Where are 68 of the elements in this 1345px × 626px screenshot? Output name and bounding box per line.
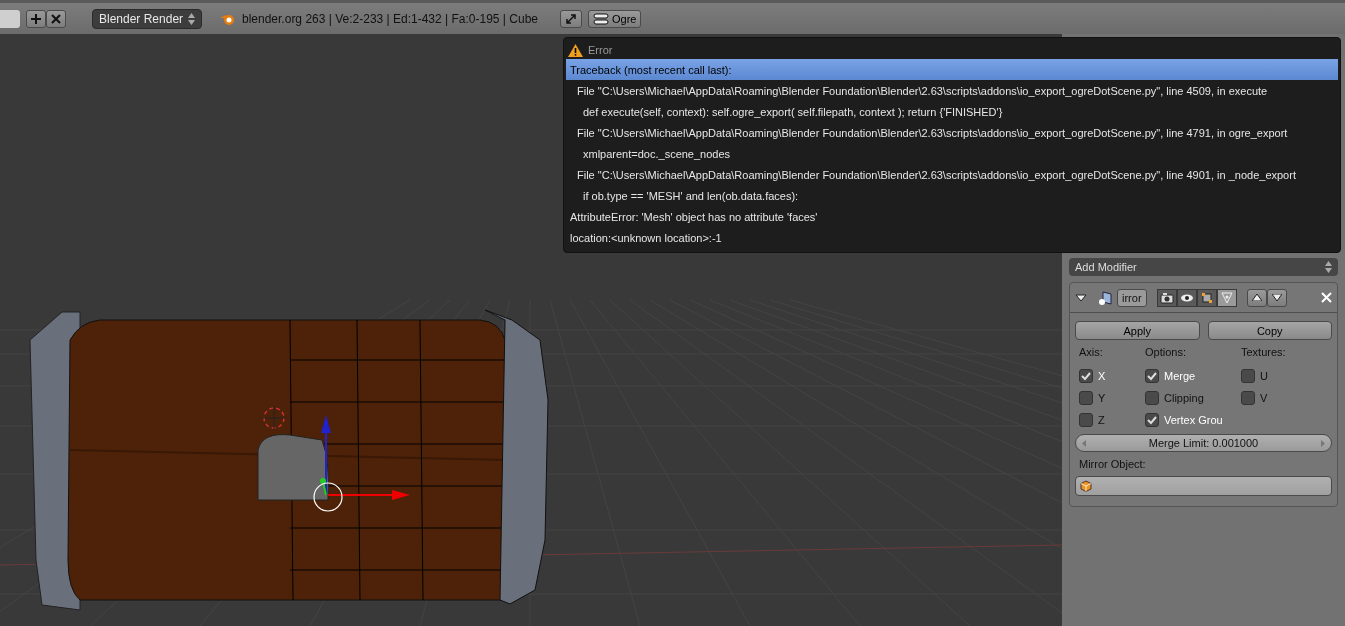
checkbox-label: V — [1260, 392, 1268, 404]
checkbox[interactable] — [1145, 369, 1159, 383]
addon-button[interactable]: Ogre — [588, 9, 642, 28]
checkbox-label: Clipping — [1164, 392, 1204, 404]
edit-mode-icon — [1199, 290, 1214, 305]
scene-stats: blender.org 263 | Ve:2-233 | Ed:1-432 | Fa:0-195 | Cube — [242, 11, 538, 26]
checkbox[interactable] — [1241, 369, 1255, 383]
text-field[interactable] — [0, 9, 20, 28]
close-icon[interactable] — [1321, 292, 1332, 303]
modifier-action-button[interactable]: Apply — [1075, 321, 1200, 340]
plus-icon — [31, 13, 41, 24]
error-line[interactable]: def execute(self, context): self.ogre_export( self.filepath, context ); return {'FINISHED'} — [566, 101, 1338, 122]
move-up-button[interactable] — [1246, 288, 1267, 307]
column-heading: Options: — [1145, 346, 1187, 360]
popup-title: Error — [588, 44, 613, 56]
cube-icon — [1080, 480, 1092, 492]
error-line[interactable]: xmlparent=doc._scene_nodes — [566, 143, 1338, 164]
checkbox-label: U — [1260, 370, 1268, 382]
visibility-toggle[interactable] — [1156, 288, 1177, 307]
camera-icon — [1159, 291, 1174, 304]
checkbox-label: Vertex Grou — [1164, 414, 1223, 426]
merge-limit-field[interactable]: Merge Limit: 0.001000 — [1075, 434, 1332, 452]
checkbox-label: Y — [1098, 392, 1106, 404]
triangle-mesh-icon — [1219, 290, 1234, 305]
error-line[interactable]: location:<unknown location>:-1 — [566, 227, 1338, 248]
down-triangle-icon — [1271, 294, 1282, 301]
updown-arrows-icon — [1325, 261, 1332, 273]
object-field[interactable] — [1075, 476, 1332, 496]
error-line[interactable]: File "C:\Users\Michael\AppData\Roaming\Blender Foundation\Blender\2.63\scripts\addons\io_export_ogreDotScene.py", line 4791, in ogre_export — [566, 122, 1338, 143]
up-triangle-icon — [1251, 294, 1262, 301]
mirror-modifier-icon — [1097, 289, 1113, 306]
checkbox-label: Z — [1098, 414, 1105, 426]
close-button[interactable] — [46, 9, 66, 28]
checkbox[interactable] — [1145, 391, 1159, 405]
render-engine-dropdown[interactable]: Blender Render — [92, 8, 202, 29]
cursor-icon — [261, 405, 287, 431]
move-down-button[interactable] — [1266, 288, 1287, 307]
checkbox-label: X — [1098, 370, 1106, 382]
modifier-action-button[interactable]: Copy — [1207, 321, 1332, 340]
checkbox[interactable] — [1145, 413, 1159, 427]
diagonal-arrows-icon — [565, 12, 577, 25]
error-line[interactable]: File "C:\Users\Michael\AppData\Roaming\Blender Foundation\Blender\2.63\scripts\addons\io_export_ogreDotScene.py", line 4509, in execute — [566, 80, 1338, 101]
column-heading: Axis: — [1079, 346, 1104, 360]
add-modifier-dropdown[interactable]: Add Modifier — [1069, 258, 1338, 276]
checkbox[interactable] — [1079, 369, 1093, 383]
error-line[interactable]: AttributeError: 'Mesh' object has no attribute 'faces' — [566, 206, 1338, 227]
error-line[interactable]: File "C:\Users\Michael\AppData\Roaming\Blender Foundation\Blender\2.63\scripts\addons\io_export_ogreDotScene.py", line 4901, in _node_export — [566, 164, 1338, 185]
error-line[interactable]: if ob.type == 'MESH' and len(ob.data.faces): — [566, 185, 1338, 206]
checkbox[interactable] — [1079, 413, 1093, 427]
warning-icon — [568, 43, 583, 57]
add-button[interactable] — [26, 9, 46, 28]
checkbox[interactable] — [1079, 391, 1093, 405]
left-arrow-icon — [1082, 439, 1086, 447]
close-icon — [51, 13, 61, 24]
right-arrow-icon — [1321, 439, 1325, 447]
toggle-icon — [593, 12, 609, 25]
updown-arrows-icon — [188, 12, 195, 25]
visibility-toggle[interactable] — [1196, 288, 1217, 307]
visibility-toggle[interactable] — [1216, 288, 1237, 307]
checkbox-label: Merge — [1164, 370, 1196, 382]
field-label: Mirror Object: — [1078, 458, 1147, 470]
expand-triangle-icon[interactable] — [1075, 292, 1087, 303]
visibility-toggle[interactable] — [1176, 288, 1197, 307]
column-heading: Textures: — [1241, 346, 1287, 360]
checkbox[interactable] — [1241, 391, 1255, 405]
modifier-name-field[interactable]: irror — [1117, 288, 1147, 307]
fullscreen-button[interactable] — [560, 9, 582, 28]
eye-icon — [1179, 292, 1194, 303]
